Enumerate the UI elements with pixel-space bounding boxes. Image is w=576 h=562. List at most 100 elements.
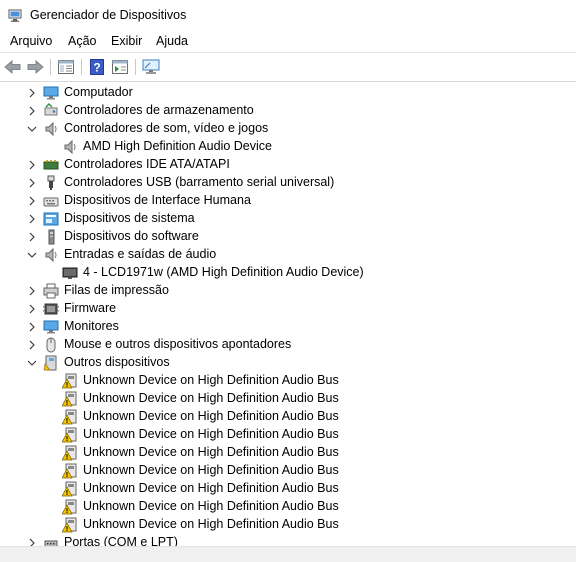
tree-item-label: Mouse e outros dispositivos apontadores (64, 337, 292, 351)
tree-item-label: Unknown Device on High Definition Audio … (83, 391, 339, 405)
tree-item-unknown-device[interactable]: Unknown Device on High Definition Audio … (0, 498, 560, 516)
chevron-right-icon[interactable] (26, 195, 38, 207)
monitor-icon (43, 319, 59, 335)
warning-device-icon (62, 499, 78, 515)
chevron-right-icon[interactable] (26, 339, 38, 351)
chevron-right-icon[interactable] (26, 177, 38, 189)
menu-acao[interactable]: Ação (68, 34, 97, 48)
tree-item-label: Unknown Device on High Definition Audio … (83, 499, 339, 513)
tree-item-controladores-som[interactable]: Controladores de som, vídeo e jogos (0, 120, 560, 138)
properties-icon (112, 60, 128, 74)
system-device-icon (43, 211, 59, 227)
mouse-icon (43, 337, 59, 353)
tree-top-border (0, 81, 576, 82)
tree-item-computador[interactable]: Computador (0, 84, 560, 102)
tree-item-interface-humana[interactable]: Dispositivos de Interface Humana (0, 192, 560, 210)
chevron-right-icon[interactable] (26, 303, 38, 315)
tree-item-dispositivos-sistema[interactable]: Dispositivos de sistema (0, 210, 560, 228)
window-title: Gerenciador de Dispositivos (30, 8, 187, 22)
tree-item-unknown-device[interactable]: Unknown Device on High Definition Audio … (0, 480, 560, 498)
device-manager-app-icon (8, 9, 22, 22)
tree-item-controladores-usb[interactable]: Controladores USB (barramento serial uni… (0, 174, 560, 192)
properties-button[interactable] (110, 57, 130, 77)
menu-ajuda[interactable]: Ajuda (156, 34, 188, 48)
chevron-down-icon[interactable] (26, 123, 38, 135)
warning-device-icon (62, 517, 78, 533)
chevron-right-icon[interactable] (26, 321, 38, 333)
tree-item-unknown-device[interactable]: Unknown Device on High Definition Audio … (0, 390, 560, 408)
tree-item-label: Filas de impressão (64, 283, 169, 297)
chevron-right-icon[interactable] (26, 285, 38, 297)
menu-bar: Arquivo Ação Exibir Ajuda (0, 32, 576, 52)
chevron-right-icon[interactable] (26, 105, 38, 117)
back-button[interactable] (3, 57, 23, 77)
tree-item-label: Computador (64, 85, 133, 99)
tree-item-firmware[interactable]: Firmware (0, 300, 560, 318)
warning-device-icon (62, 445, 78, 461)
help-icon: ? (90, 59, 104, 75)
forward-button[interactable] (25, 57, 45, 77)
tree-item-label: Unknown Device on High Definition Audio … (83, 427, 339, 441)
tree-item-unknown-device[interactable]: Unknown Device on High Definition Audio … (0, 516, 560, 534)
horizontal-scrollbar[interactable] (0, 546, 576, 562)
tree-item-portas[interactable]: Portas (COM e LPT) (0, 534, 560, 546)
tree-item-label: Controladores IDE ATA/ATAPI (64, 157, 230, 171)
keyboard-icon (43, 193, 59, 209)
tree-item-label: AMD High Definition Audio Device (83, 139, 272, 153)
tree-item-lcd1971w[interactable]: 4 - LCD1971w (AMD High Definition Audio … (0, 264, 560, 282)
device-tree: Computador Controladores de armazenament… (0, 84, 576, 546)
tree-item-controladores-ide[interactable]: Controladores IDE ATA/ATAPI (0, 156, 560, 174)
tree-item-unknown-device[interactable]: Unknown Device on High Definition Audio … (0, 444, 560, 462)
warning-device-icon (62, 427, 78, 443)
tree-item-label: Monitores (64, 319, 119, 333)
usb-icon (43, 175, 59, 191)
tree-item-entradas-saidas-audio[interactable]: Entradas e saídas de áudio (0, 246, 560, 264)
tree-item-filas-impressao[interactable]: Filas de impressão (0, 282, 560, 300)
tree-item-monitores[interactable]: Monitores (0, 318, 560, 336)
menu-exibir[interactable]: Exibir (111, 34, 142, 48)
tree-item-label: Unknown Device on High Definition Audio … (83, 373, 339, 387)
storage-controller-icon (43, 103, 59, 119)
chevron-right-icon[interactable] (26, 87, 38, 99)
toolbar-separator (81, 59, 82, 75)
arrow-left-icon (4, 60, 21, 74)
title-bar: Gerenciador de Dispositivos (0, 0, 576, 32)
chevron-down-icon[interactable] (26, 357, 38, 369)
tree-item-amd-audio-device[interactable]: AMD High Definition Audio Device (0, 138, 560, 156)
show-hide-console-tree-button[interactable] (56, 57, 76, 77)
menu-arquivo[interactable]: Arquivo (10, 34, 52, 48)
tree-item-label: Dispositivos de Interface Humana (64, 193, 251, 207)
chevron-right-icon[interactable] (26, 537, 38, 546)
tree-item-mouse[interactable]: Mouse e outros dispositivos apontadores (0, 336, 560, 354)
tree-item-label: Controladores USB (barramento serial uni… (64, 175, 335, 189)
tree-item-label: 4 - LCD1971w (AMD High Definition Audio … (83, 265, 364, 279)
chevron-right-icon[interactable] (26, 159, 38, 171)
software-device-icon (43, 229, 59, 245)
tree-item-label: Unknown Device on High Definition Audio … (83, 481, 339, 495)
tree-item-unknown-device[interactable]: Unknown Device on High Definition Audio … (0, 408, 560, 426)
scan-hardware-button[interactable] (141, 57, 161, 77)
chevron-down-icon[interactable] (26, 249, 38, 261)
speaker-icon (62, 139, 78, 155)
tree-item-label: Unknown Device on High Definition Audio … (83, 463, 339, 477)
svg-text:?: ? (93, 61, 100, 75)
tree-item-label: Controladores de armazenamento (64, 103, 254, 117)
computer-icon (43, 85, 59, 101)
tree-item-label: Dispositivos do software (64, 229, 199, 243)
firmware-chip-icon (43, 301, 59, 317)
tree-item-label: Entradas e saídas de áudio (64, 247, 217, 261)
tree-item-unknown-device[interactable]: Unknown Device on High Definition Audio … (0, 372, 560, 390)
chevron-right-icon[interactable] (26, 231, 38, 243)
tree-item-dispositivos-software[interactable]: Dispositivos do software (0, 228, 560, 246)
tree-item-outros-dispositivos[interactable]: Outros dispositivos (0, 354, 560, 372)
help-button[interactable]: ? (87, 57, 107, 77)
other-devices-icon (43, 355, 59, 371)
tree-item-label: Firmware (64, 301, 117, 315)
tree-item-unknown-device[interactable]: Unknown Device on High Definition Audio … (0, 462, 560, 480)
chevron-right-icon[interactable] (26, 213, 38, 225)
speaker-icon (43, 247, 59, 263)
tree-item-label: Unknown Device on High Definition Audio … (83, 517, 339, 531)
tree-item-controladores-armazenamento[interactable]: Controladores de armazenamento (0, 102, 560, 120)
arrow-right-icon (27, 60, 44, 74)
tree-item-unknown-device[interactable]: Unknown Device on High Definition Audio … (0, 426, 560, 444)
